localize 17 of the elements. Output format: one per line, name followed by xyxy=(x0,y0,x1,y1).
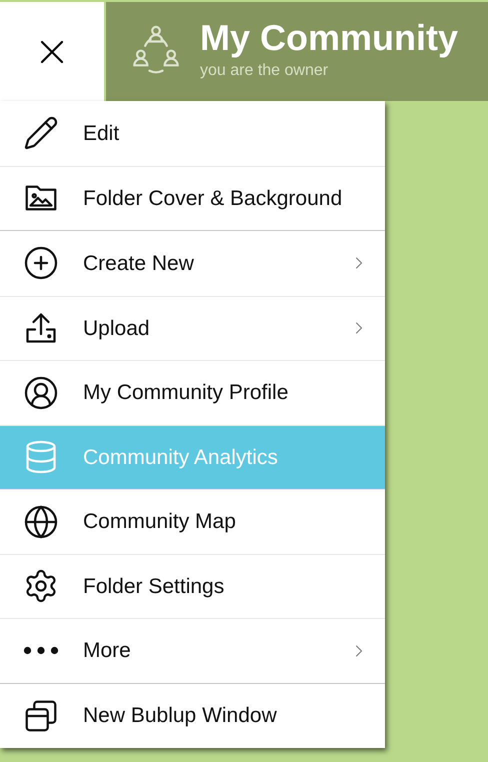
owner-subtitle: you are the owner xyxy=(200,61,330,81)
close-button[interactable] xyxy=(0,2,104,101)
menu-item[interactable]: Folder Cover & Background xyxy=(0,166,385,230)
user-circle-icon xyxy=(23,374,59,411)
more-icon xyxy=(23,646,59,656)
menu-item[interactable]: More xyxy=(0,618,385,682)
menu-item[interactable]: Upload xyxy=(0,296,385,360)
globe-icon xyxy=(23,504,59,540)
menu-item[interactable]: New Bublup Window xyxy=(0,684,385,748)
menu-item[interactable]: Community Map xyxy=(0,489,385,554)
menu-item[interactable]: Create New xyxy=(0,231,385,296)
pencil-icon xyxy=(23,115,59,152)
plus-circle-icon xyxy=(23,245,59,282)
windows-icon xyxy=(23,698,59,734)
community-title: My Community xyxy=(200,18,458,58)
menu-item[interactable]: Edit xyxy=(0,101,385,166)
menu-item[interactable]: Folder Settings xyxy=(0,554,385,618)
